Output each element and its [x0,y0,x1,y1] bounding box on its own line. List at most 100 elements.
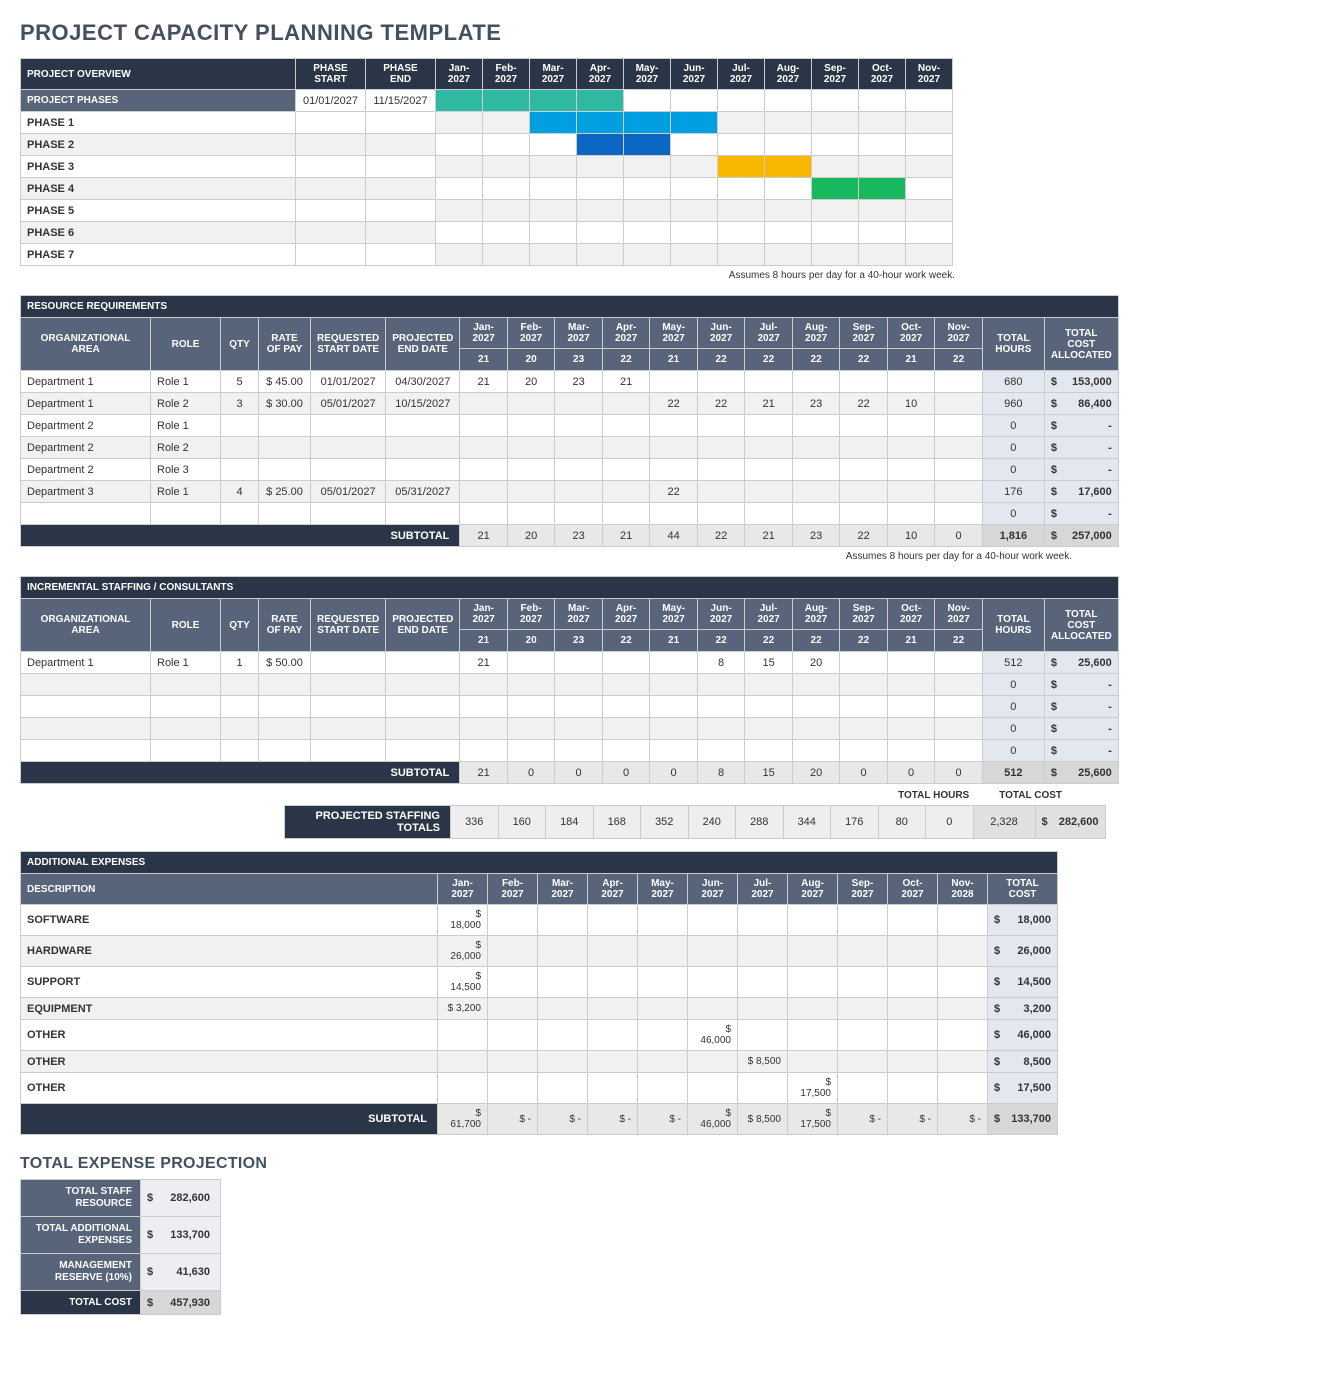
cell-month-10 [935,740,983,762]
expense-desc: SUPPORT [21,967,438,998]
col-month-1: Feb-2027 [507,318,555,349]
cell-month-8 [840,652,888,674]
cell-org: Department 3 [21,481,151,503]
cell-rate [259,459,311,481]
cell-month-9 [887,652,935,674]
expenses-row: HARDWARE$ 26,000$26,000 [21,936,1058,967]
phase-end [366,112,436,134]
proj-total-month-4: 352 [641,806,689,839]
expense-month-6 [738,998,788,1020]
cell-month-6 [745,696,793,718]
cell-month-3 [602,718,650,740]
expense-desc: OTHER [21,1073,438,1104]
expenses-subtotal-month-6: $ 8,500 [738,1104,788,1135]
col-month-3: Apr-2027 [602,318,650,349]
subtotal-month-2: 23 [555,525,603,547]
expense-month-10 [938,1020,988,1051]
expense-total: $46,000 [988,1020,1058,1051]
table-row: Department 1Role 23$ 30.0005/01/202710/1… [21,393,1119,415]
gantt-cell [624,134,671,156]
cell-month-2: 23 [555,371,603,393]
cell-month-3: 21 [602,371,650,393]
month-days-9: 21 [887,630,935,652]
expense-total: $18,000 [988,905,1058,936]
cell-rate [259,503,311,525]
expense-month-9 [888,905,938,936]
cell-qty [221,674,259,696]
cell-role: Role 3 [151,459,221,481]
gantt-cell [483,90,530,112]
gantt-cell [624,222,671,244]
cell-qty [221,415,259,437]
summary-label: TOTAL ADDITIONAL EXPENSES [21,1217,141,1254]
expense-month-3 [588,967,638,998]
expenses-header: ADDITIONAL EXPENSES [21,852,1058,874]
col-month-7: Aug-2027 [792,318,840,349]
cell-month-6 [745,481,793,503]
cell-month-7 [792,718,840,740]
cell-month-7: 20 [792,652,840,674]
gantt-cell [671,112,718,134]
project-phases-label: PROJECT PHASES [21,90,296,112]
col-total-hours: TOTAL HOURS [982,318,1044,371]
phase-start [296,178,366,200]
cell-month-4 [650,674,698,696]
table-row: Department 1Role 11$ 50.002181520512$25,… [21,652,1119,674]
cell-total-hours: 960 [982,393,1044,415]
cell-month-6 [745,674,793,696]
subtotal-month-0: 21 [460,762,508,784]
summary-value: $282,600 [141,1180,221,1217]
cell-start: 01/01/2027 [311,371,386,393]
month-days-1: 20 [507,349,555,371]
cell-total-hours: 0 [982,718,1044,740]
expense-month-0: $ 14,500 [438,967,488,998]
subtotal-month-2: 0 [555,762,603,784]
cell-month-9 [887,718,935,740]
cell-end [386,652,460,674]
cell-start: 05/01/2027 [311,481,386,503]
expense-month-2 [538,905,588,936]
gantt-cell [765,200,812,222]
col-month-10: Nov-2027 [935,318,983,349]
expenses-month-header-3: Apr-2027 [588,874,638,905]
cell-qty: 5 [221,371,259,393]
subtotal-cost: $257,000 [1044,525,1118,547]
expense-month-8 [838,936,888,967]
proj-total-month-8: 176 [831,806,879,839]
month-days-10: 22 [935,349,983,371]
expense-month-8 [838,1073,888,1104]
proj-total-month-5: 240 [688,806,736,839]
gantt-cell [624,156,671,178]
cell-month-2 [555,696,603,718]
gantt-cell [483,156,530,178]
gantt-cell [577,244,624,266]
expenses-subtotal-month-2: $ - [538,1104,588,1135]
gantt-cell [906,222,953,244]
expense-month-7 [788,905,838,936]
subtotal-month-3: 0 [602,762,650,784]
cell-month-5 [697,459,745,481]
gantt-cell [577,90,624,112]
subtotal-month-6: 21 [745,525,793,547]
gantt-cell [718,244,765,266]
cell-month-4 [650,371,698,393]
cell-total-cost: $- [1044,674,1118,696]
expense-month-1 [488,1051,538,1073]
proj-total-hours: 2,328 [973,806,1035,839]
subtotal-month-6: 15 [745,762,793,784]
cell-month-8: 22 [840,393,888,415]
expense-total: $14,500 [988,967,1058,998]
cell-month-0 [460,503,508,525]
cell-role [151,718,221,740]
overview-month-9: Oct-2027 [859,59,906,90]
gantt-cell [530,244,577,266]
gantt-cell [765,156,812,178]
subtotal-month-10: 0 [935,525,983,547]
cell-month-10 [935,371,983,393]
expense-desc: HARDWARE [21,936,438,967]
expense-month-2 [538,1020,588,1051]
cell-month-3 [602,503,650,525]
col-month-5: Jun-2027 [697,318,745,349]
table-row: Department 3Role 14$ 25.0005/01/202705/3… [21,481,1119,503]
expense-total: $17,500 [988,1073,1058,1104]
